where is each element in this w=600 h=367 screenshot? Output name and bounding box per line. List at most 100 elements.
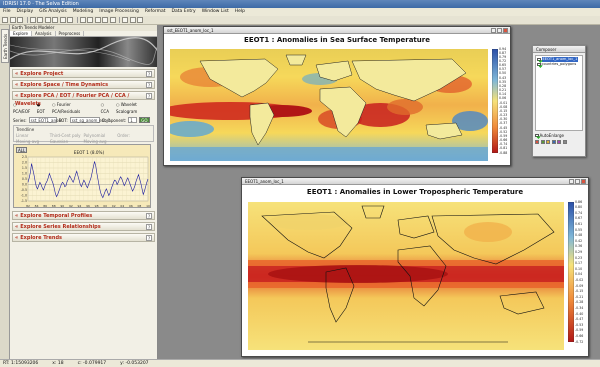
composer-layer-item[interactable]: countries_polygons: [537, 62, 581, 67]
colorbar-tick-label: -0.09: [575, 283, 584, 288]
shortcut-icon[interactable]: [129, 17, 136, 23]
chart-all-button[interactable]: ALL: [16, 147, 28, 153]
tlt-map-window[interactable]: EEOT1_anom_loc_1 EEOT1 : Anomalies in Lo…: [241, 177, 589, 357]
save-composition-icon[interactable]: [557, 140, 561, 144]
save-digitized-icon[interactable]: [94, 17, 101, 23]
zoom-out-icon[interactable]: [52, 17, 58, 23]
toolbar-separator: [26, 17, 28, 23]
side-tab-earth-trends[interactable]: Earth Trends Modeler: [1, 29, 15, 63]
go-button[interactable]: GO: [139, 117, 150, 123]
help-icon[interactable]: ?: [146, 93, 152, 99]
close-button[interactable]: [581, 179, 586, 184]
section-explore-series-relationships[interactable]: «Explore Series Relationships ?: [12, 222, 155, 231]
pan-icon[interactable]: [59, 17, 66, 23]
auto-enlarge-option[interactable]: AutoEnlarge: [535, 133, 583, 138]
auto-enlarge-label: AutoEnlarge: [539, 133, 565, 138]
menu-image-processing[interactable]: Image Processing: [99, 8, 139, 16]
identify-icon[interactable]: [67, 17, 73, 23]
help-icon[interactable]: ?: [146, 82, 152, 88]
section-label: Explore Trends: [20, 235, 63, 241]
menu-gis-analysis[interactable]: GIS Analysis: [39, 8, 67, 16]
section-explore-pca[interactable]: «Explore PCA / EOT / Fourier PCA / CCA /…: [12, 91, 155, 107]
menu-file[interactable]: File: [3, 8, 11, 16]
map-properties-icon[interactable]: [551, 140, 556, 144]
tlt-anomaly-map: [248, 202, 564, 350]
help-icon[interactable]: [137, 17, 143, 23]
composer-tools: [535, 140, 585, 144]
menu-bar: File Display GIS Analysis Modeling Image…: [0, 8, 600, 16]
help-icon[interactable]: ?: [146, 71, 152, 77]
layer-visibility-checkbox[interactable]: [537, 57, 541, 62]
maximize-button[interactable]: [575, 179, 580, 184]
menu-data-entry[interactable]: Data Entry: [172, 8, 196, 16]
series-controls: Series: sst_EOT1_anom EOT: sst_sg_anom_e…: [10, 117, 157, 123]
composer-window[interactable]: Composer EEOT1_anom_loc_1 countries_poly…: [532, 45, 586, 157]
tab-preprocess[interactable]: Preprocess: [56, 31, 85, 36]
component-select[interactable]: 1: [128, 117, 138, 123]
delete-feature-icon[interactable]: [87, 17, 93, 23]
composer-icon[interactable]: [37, 17, 43, 23]
colorbar-tick-label: 0.86: [575, 199, 583, 204]
layer-visibility-checkbox[interactable]: [537, 62, 541, 67]
layer-properties-icon[interactable]: [546, 140, 550, 144]
radio-cca[interactable]: ○ CCA: [101, 101, 113, 115]
close-button[interactable]: [503, 28, 508, 33]
radio-wavelet[interactable]: ○ Wavelet Scalogram: [116, 101, 157, 115]
series-select[interactable]: sst_EOT1_anom: [28, 117, 62, 123]
section-explore-temporal-profiles[interactable]: «Explore Temporal Profiles ?: [12, 211, 155, 220]
x-tick-label: 10: [146, 204, 150, 208]
macro-icon[interactable]: [122, 17, 128, 23]
measure-length-icon[interactable]: [102, 17, 108, 23]
y-tick-label: 1.5: [22, 166, 27, 170]
help-icon[interactable]: ?: [146, 213, 152, 219]
section-explore-space-time[interactable]: «Explore Space / Time Dynamics ?: [12, 80, 155, 89]
zoom-in-icon[interactable]: [44, 17, 51, 23]
trend-option-polynomial[interactable]: Polynomial: [84, 133, 118, 138]
menu-help[interactable]: Help: [235, 8, 245, 16]
trendline-group: Trendline Linear Third-Cent poly Polynom…: [13, 125, 154, 149]
toolbar: [0, 16, 600, 25]
sst-map-window[interactable]: sst_EEOT1_anom_loc_1 EEOT1 : Anomalies i…: [163, 26, 511, 166]
menu-display[interactable]: Display: [17, 8, 34, 16]
maximize-button[interactable]: [497, 28, 502, 33]
x-tick-label: 94: [78, 204, 82, 208]
minimize-button[interactable]: [491, 28, 496, 33]
help-icon[interactable]: ?: [146, 235, 152, 241]
help-icon[interactable]: ?: [146, 224, 152, 230]
tlt-window-titlebar[interactable]: EEOT1_anom_loc_1: [242, 178, 588, 185]
colorbar-tick-label: -0.15: [575, 289, 584, 294]
add-layer-icon[interactable]: [535, 140, 539, 144]
menu-reformat[interactable]: Reformat: [145, 8, 166, 16]
panel-banner: [10, 37, 157, 67]
print-composition-icon[interactable]: [562, 140, 567, 144]
tab-analysis[interactable]: Analysis: [32, 31, 56, 36]
trend-option-third-cent[interactable]: Third-Cent poly: [50, 133, 84, 138]
display-icon[interactable]: [29, 17, 36, 23]
composer-titlebar[interactable]: Composer: [533, 46, 585, 53]
section-explore-trends[interactable]: «Explore Trends ?: [12, 233, 155, 242]
colorbar-tick-label: 0.23: [575, 255, 583, 260]
radio-fourier-pca[interactable]: ○ Fourier PCA/Residuals: [52, 101, 98, 115]
toolbar-separator: [119, 17, 120, 23]
remove-layer-icon[interactable]: [540, 140, 545, 144]
minimize-button[interactable]: [569, 179, 574, 184]
menu-window-list[interactable]: Window List: [202, 8, 229, 16]
save-icon[interactable]: [9, 17, 16, 23]
auto-enlarge-checkbox[interactable]: [535, 133, 539, 138]
menu-modeling[interactable]: Modeling: [73, 8, 93, 16]
measure-zone-icon[interactable]: [109, 17, 116, 23]
tlt-window-title: EEOT1_anom_loc_1: [245, 179, 284, 184]
print-icon[interactable]: [17, 17, 23, 23]
sst-colorbar: [492, 49, 498, 153]
colorbar-tick-label: -0.59: [575, 328, 584, 333]
sst-window-titlebar[interactable]: sst_EEOT1_anom_loc_1: [164, 27, 510, 34]
x-tick-label: 96: [86, 204, 90, 208]
tab-explore[interactable]: Explore: [10, 31, 33, 36]
trendline-group-label: Trendline: [16, 127, 35, 132]
digitize-icon[interactable]: [79, 17, 86, 23]
open-file-icon[interactable]: [2, 17, 8, 23]
colorbar-tick-label: -0.40: [575, 311, 584, 316]
section-explore-project[interactable]: «Explore Project ?: [12, 69, 155, 78]
trend-option-linear[interactable]: Linear: [16, 133, 50, 138]
eot-select[interactable]: sst_sg_anom_eot_1: [69, 117, 110, 123]
